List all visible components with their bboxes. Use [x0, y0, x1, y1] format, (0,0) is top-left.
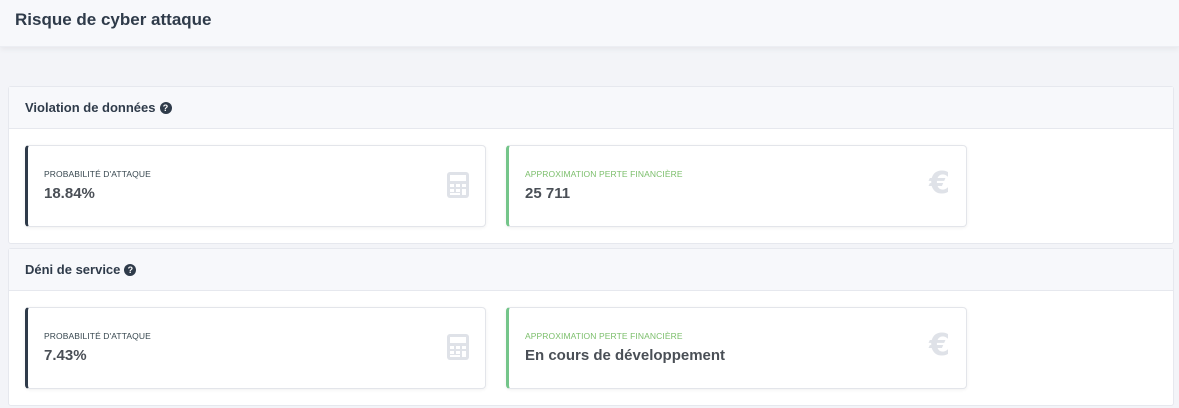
euro-icon: €	[929, 328, 950, 363]
calculator-icon	[447, 172, 469, 198]
euro-icon: €	[929, 166, 950, 201]
probability-label: PROBABILITÉ D'ATTAQUE	[44, 169, 151, 179]
financial-loss-card: APPROXIMATION PERTE FINANCIÈRE 25 711 €	[506, 145, 967, 227]
section-data-breach: Violation de données ? PROBABILITÉ D'ATT…	[8, 86, 1174, 244]
section-title: Violation de données	[25, 100, 156, 115]
help-icon[interactable]: ?	[124, 263, 137, 276]
financial-loss-card: APPROXIMATION PERTE FINANCIÈRE En cours …	[506, 307, 967, 389]
probability-label: PROBABILITÉ D'ATTAQUE	[44, 331, 151, 341]
section-header: Déni de service ?	[9, 249, 1173, 291]
probability-card: PROBABILITÉ D'ATTAQUE 18.84%	[25, 145, 486, 227]
financial-loss-value: En cours de développement	[525, 347, 726, 364]
financial-loss-value: 25 711	[525, 185, 571, 202]
calculator-icon	[447, 334, 469, 360]
financial-loss-label: APPROXIMATION PERTE FINANCIÈRE	[525, 169, 683, 179]
section-title: Déni de service	[25, 262, 121, 277]
page-title: Risque de cyber attaque	[15, 10, 212, 29]
section-header: Violation de données ?	[9, 87, 1173, 129]
probability-card: PROBABILITÉ D'ATTAQUE 7.43%	[25, 307, 486, 389]
top-bar: Risque de cyber attaque	[0, 0, 1179, 47]
probability-value: 18.84%	[44, 185, 95, 202]
help-icon[interactable]: ?	[159, 101, 172, 114]
section-denial-of-service: Déni de service ? PROBABILITÉ D'ATTAQUE …	[8, 248, 1174, 406]
probability-value: 7.43%	[44, 347, 87, 364]
financial-loss-label: APPROXIMATION PERTE FINANCIÈRE	[525, 331, 683, 341]
